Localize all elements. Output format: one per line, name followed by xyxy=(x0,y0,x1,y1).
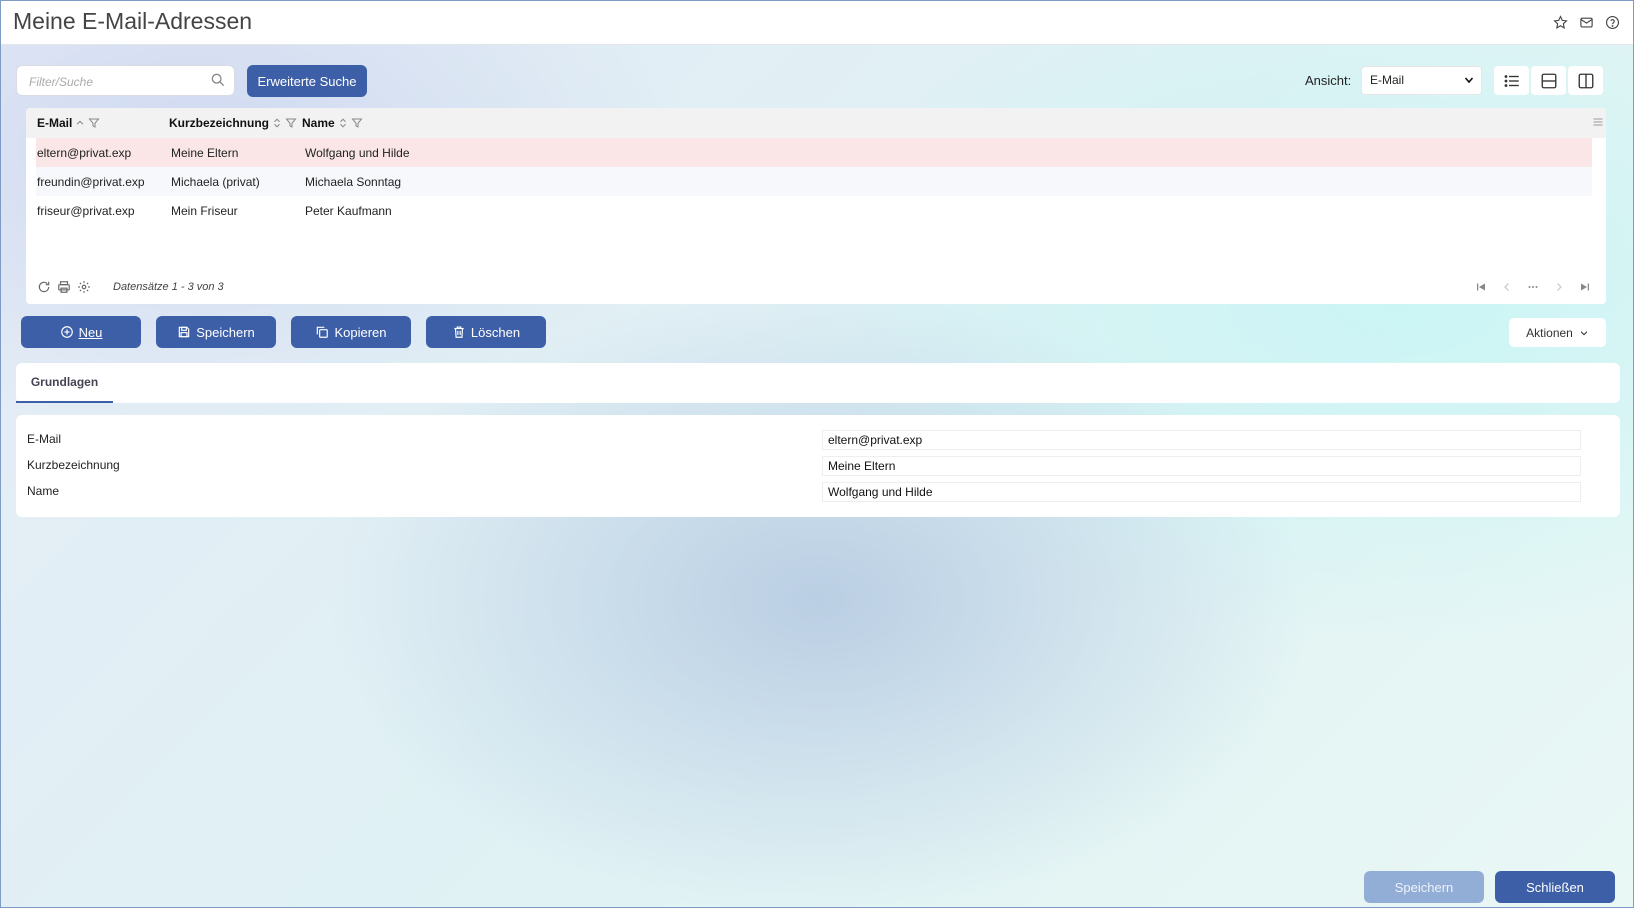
column-header-label: E-Mail xyxy=(37,116,73,130)
copy-icon xyxy=(315,325,329,339)
table-row[interactable]: freundin@privat.exp Michaela (privat) Mi… xyxy=(36,167,1592,196)
next-page-icon[interactable] xyxy=(1552,280,1566,294)
column-header-kurzbezeichnung[interactable]: Kurzbezeichnung xyxy=(169,116,297,130)
chevron-down-icon xyxy=(1579,328,1589,338)
cell-email: freundin@privat.exp xyxy=(37,175,145,189)
actions-dropdown[interactable]: Aktionen xyxy=(1509,318,1606,347)
table-row[interactable]: friseur@privat.exp Mein Friseur Peter Ka… xyxy=(36,196,1592,225)
column-header-label: Name xyxy=(302,116,335,130)
view-label: Ansicht: xyxy=(1305,73,1352,88)
list-view-icon[interactable] xyxy=(1494,66,1529,95)
search-input[interactable] xyxy=(27,72,211,92)
save-button-label: Speichern xyxy=(196,324,255,340)
name-label: Name xyxy=(27,484,60,498)
filter-icon[interactable] xyxy=(88,117,100,129)
cell-email: eltern@privat.exp xyxy=(37,146,132,160)
cell-name: Wolfgang und Hilde xyxy=(305,146,410,160)
email-label: E-Mail xyxy=(27,432,62,446)
advanced-search-label: Erweiterte Suche xyxy=(257,73,357,89)
cell-short: Mein Friseur xyxy=(171,204,238,218)
grid-footer-tools xyxy=(37,280,91,294)
split-vertical-icon[interactable] xyxy=(1568,66,1603,95)
advanced-search-button[interactable]: Erweiterte Suche xyxy=(247,65,367,97)
split-horizontal-icon[interactable] xyxy=(1531,66,1566,95)
view-selected-value: E-Mail xyxy=(1370,73,1405,87)
table-row[interactable]: eltern@privat.exp Meine Eltern Wolfgang … xyxy=(36,138,1592,167)
short-name-field[interactable]: Meine Eltern xyxy=(822,456,1581,476)
refresh-icon[interactable] xyxy=(37,280,51,294)
print-icon[interactable] xyxy=(57,280,71,294)
view-mode-group xyxy=(1494,66,1603,95)
close-button-label: Schließen xyxy=(1526,879,1584,895)
trash-icon xyxy=(452,325,466,339)
plus-circle-icon xyxy=(60,325,74,339)
sort-icon[interactable] xyxy=(338,117,348,129)
cell-short: Michaela (privat) xyxy=(171,175,260,189)
more-pages-icon[interactable] xyxy=(1526,280,1540,294)
sort-icon[interactable] xyxy=(272,117,282,129)
grid-footer: Datensätze 1 - 3 von 3 xyxy=(26,280,1606,302)
search-box[interactable] xyxy=(16,65,235,96)
last-page-icon[interactable] xyxy=(1578,280,1592,294)
cell-short: Meine Eltern xyxy=(171,146,239,160)
footer-save-button[interactable]: Speichern xyxy=(1364,871,1484,903)
tab-grundlagen[interactable]: Grundlagen xyxy=(16,363,113,403)
new-button-label: Neu xyxy=(78,324,103,340)
column-header-label: Kurzbezeichnung xyxy=(169,116,270,130)
search-icon[interactable] xyxy=(210,72,228,90)
new-button[interactable]: Neu xyxy=(21,316,141,348)
save-button[interactable]: Speichern xyxy=(156,316,276,348)
column-header-name[interactable]: Name xyxy=(302,116,363,130)
actions-dropdown-label: Aktionen xyxy=(1526,325,1573,340)
view-select[interactable]: E-Mail xyxy=(1361,66,1482,95)
column-header-email[interactable]: E-Mail xyxy=(37,116,100,130)
star-icon[interactable] xyxy=(1551,13,1569,31)
grid-header: E-Mail Kurzbezeichnung Name xyxy=(26,108,1606,138)
page-title: Meine E-Mail-Adressen xyxy=(13,8,253,34)
delete-button[interactable]: Löschen xyxy=(426,316,546,348)
copy-button[interactable]: Kopieren xyxy=(291,316,411,348)
title-bar: Meine E-Mail-Adressen xyxy=(1,1,1633,45)
help-icon[interactable] xyxy=(1603,13,1621,31)
delete-button-label: Löschen xyxy=(470,324,521,340)
tab-bar: Grundlagen xyxy=(16,363,1620,403)
filter-icon[interactable] xyxy=(285,117,297,129)
column-menu-icon[interactable] xyxy=(1592,116,1604,131)
short-name-label: Kurzbezeichnung xyxy=(27,458,120,472)
name-field[interactable]: Wolfgang und Hilde xyxy=(822,482,1581,502)
mail-icon[interactable] xyxy=(1577,13,1595,31)
chevron-down-icon xyxy=(1463,74,1475,89)
copy-button-label: Kopieren xyxy=(334,324,387,340)
settings-icon[interactable] xyxy=(77,280,91,294)
email-field[interactable]: eltern@privat.exp xyxy=(822,430,1581,450)
previous-page-icon[interactable] xyxy=(1500,280,1514,294)
footer-save-label: Speichern xyxy=(1394,879,1454,895)
sort-asc-icon[interactable] xyxy=(75,118,85,128)
cell-name: Peter Kaufmann xyxy=(305,204,392,218)
cell-email: friseur@privat.exp xyxy=(37,204,135,218)
floppy-icon xyxy=(177,325,191,339)
filter-icon[interactable] xyxy=(351,117,363,129)
email-grid: E-Mail Kurzbezeichnung Name eltern@priva… xyxy=(26,108,1606,304)
cell-name: Michaela Sonntag xyxy=(305,175,402,189)
pager xyxy=(1474,280,1592,294)
first-page-icon[interactable] xyxy=(1474,280,1488,294)
close-button[interactable]: Schließen xyxy=(1495,871,1615,903)
records-count: Datensätze 1 - 3 von 3 xyxy=(113,281,224,293)
title-icons xyxy=(1551,13,1621,31)
detail-form: E-Mail eltern@privat.exp Kurzbezeichnung… xyxy=(16,415,1620,517)
